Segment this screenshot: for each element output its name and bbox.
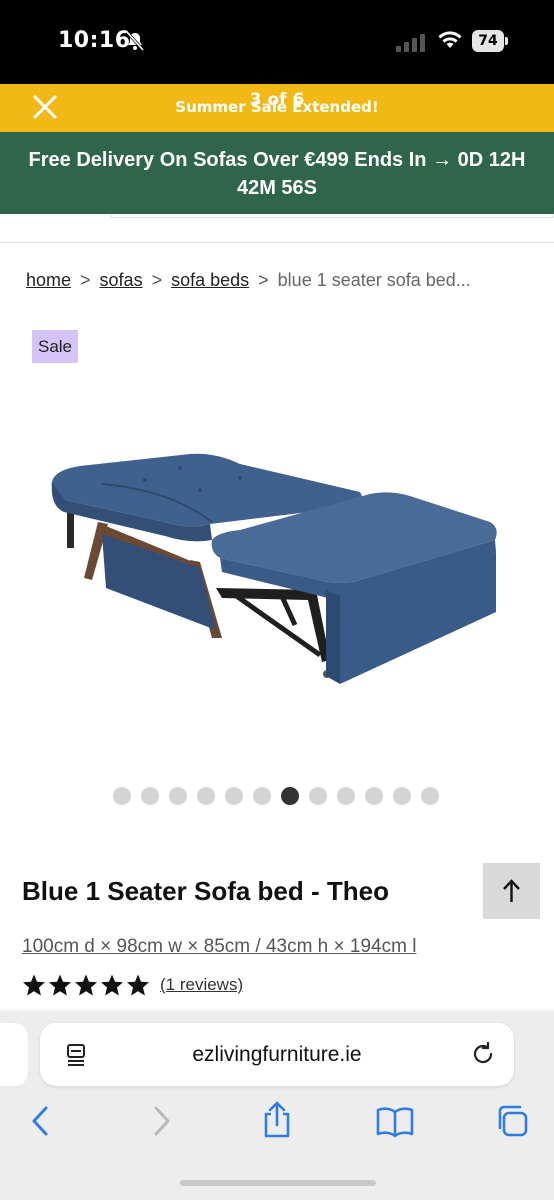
forward-icon[interactable] <box>148 1104 174 1138</box>
carousel-dot[interactable] <box>281 787 299 805</box>
bell-slash-icon <box>125 31 145 51</box>
rating: (1 reviews) <box>22 973 243 997</box>
back-icon[interactable] <box>28 1104 54 1138</box>
promo-banner: Summer Sale Extended! 3 of 6 <box>0 84 554 132</box>
battery-icon: 74 <box>472 30 508 52</box>
carousel-dot[interactable] <box>421 787 439 805</box>
carousel-dot[interactable] <box>141 787 159 805</box>
carousel-dots <box>113 787 439 805</box>
breadcrumb: home > sofas > sofa beds > blue 1 seater sofa … <box>26 270 471 291</box>
carousel-dot[interactable] <box>225 787 243 805</box>
breadcrumb-separator: > <box>80 270 91 290</box>
cellular-signal-icon <box>396 34 425 52</box>
status-bar: 10:16 74 <box>0 0 554 84</box>
star-icon <box>101 974 123 996</box>
star-icon <box>75 974 97 996</box>
breadcrumb-current: blue 1 seater sofa bed... <box>277 270 471 290</box>
carousel-dot[interactable] <box>113 787 131 805</box>
breadcrumb-separator: > <box>151 270 163 290</box>
header-divider <box>0 242 554 243</box>
status-time: 10:16 <box>58 28 131 53</box>
battery-level: 74 <box>472 30 504 52</box>
url-text[interactable]: ezlivingfurniture.ie <box>40 1043 514 1067</box>
product-title: Blue 1 Seater Sofa bed - Theo <box>22 876 389 906</box>
address-bar[interactable]: ezlivingfurniture.ie <box>40 1023 514 1086</box>
arrow-up-icon <box>503 879 520 902</box>
carousel-dot[interactable] <box>365 787 383 805</box>
breadcrumb-sofas[interactable]: sofas <box>100 270 143 290</box>
rating-stars <box>22 973 152 997</box>
carousel-dot[interactable] <box>197 787 215 805</box>
product-dimensions[interactable]: 100cm d × 98cm w × 85cm / 43cm h × 194cm… <box>22 936 416 958</box>
reviews-link[interactable]: (1 reviews) <box>160 975 243 995</box>
carousel-dot[interactable] <box>337 787 355 805</box>
back-to-top-button[interactable] <box>483 863 540 919</box>
star-icon <box>127 974 149 996</box>
carousel-dot[interactable] <box>309 787 327 805</box>
wifi-icon <box>438 31 462 48</box>
carousel-dot[interactable] <box>253 787 271 805</box>
carousel-dot[interactable] <box>393 787 411 805</box>
bookmarks-icon[interactable] <box>376 1106 414 1138</box>
gallery-counter: 3 of 6 <box>249 90 305 110</box>
breadcrumb-sofa-beds[interactable]: sofa beds <box>171 270 249 290</box>
star-icon <box>23 974 45 996</box>
product-image[interactable] <box>40 440 510 690</box>
delivery-banner: Free Delivery On Sofas Over €499 Ends In… <box>0 132 554 214</box>
home-indicator <box>180 1180 376 1186</box>
breadcrumb-home[interactable]: home <box>26 270 71 290</box>
share-icon[interactable] <box>260 1100 294 1140</box>
carousel-dot[interactable] <box>169 787 187 805</box>
breadcrumb-separator: > <box>258 270 269 290</box>
sale-badge: Sale <box>32 330 78 363</box>
tabs-icon[interactable] <box>494 1103 530 1139</box>
header-search-edge <box>110 214 554 218</box>
previous-tab-edge[interactable] <box>0 1023 28 1086</box>
star-icon <box>49 974 71 996</box>
reload-icon[interactable] <box>470 1041 496 1067</box>
